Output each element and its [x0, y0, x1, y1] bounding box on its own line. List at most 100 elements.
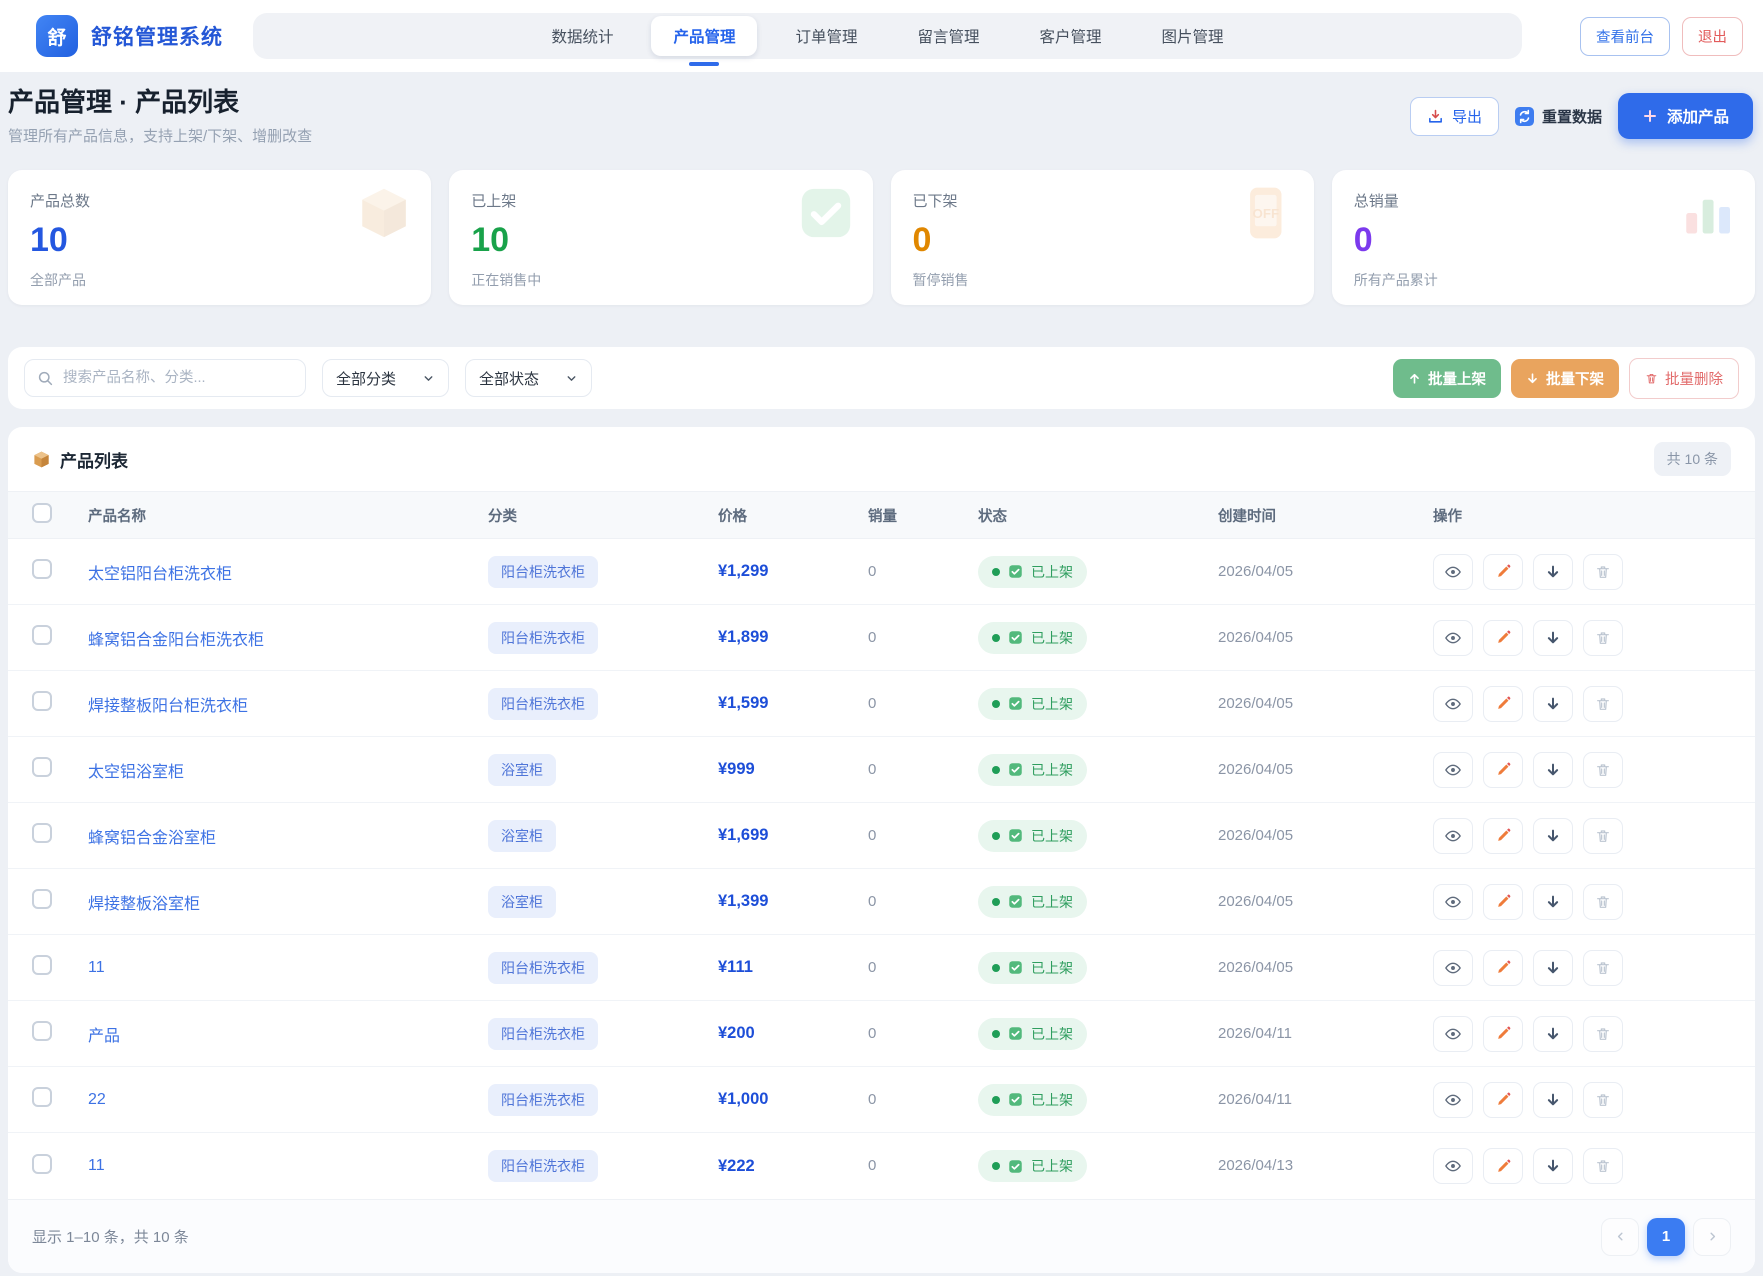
- delete-button[interactable]: [1583, 818, 1623, 854]
- product-name-link[interactable]: 11: [88, 959, 105, 976]
- view-button[interactable]: [1433, 884, 1473, 920]
- row-checkbox[interactable]: [32, 1154, 52, 1174]
- row-checkbox[interactable]: [32, 625, 52, 645]
- view-button[interactable]: [1433, 818, 1473, 854]
- edit-button[interactable]: [1483, 1082, 1523, 1118]
- offline-button[interactable]: [1533, 1148, 1573, 1184]
- page-1-button[interactable]: 1: [1647, 1218, 1685, 1256]
- check-icon: [1008, 960, 1023, 975]
- next-page-button[interactable]: [1693, 1218, 1731, 1256]
- offline-button[interactable]: [1533, 686, 1573, 722]
- offline-button[interactable]: [1533, 884, 1573, 920]
- category-badge: 浴室柜: [488, 820, 556, 852]
- table-section-title: 产品列表: [32, 447, 128, 472]
- edit-button[interactable]: [1483, 1148, 1523, 1184]
- batch-delete-button[interactable]: 批量删除: [1629, 358, 1739, 399]
- product-name-link[interactable]: 产品: [88, 1028, 120, 1045]
- prev-page-button[interactable]: [1601, 1218, 1639, 1256]
- delete-button[interactable]: [1583, 1016, 1623, 1052]
- add-product-button[interactable]: 添加产品: [1618, 93, 1753, 139]
- product-name-link[interactable]: 蜂窝铝合金阳台柜洗衣柜: [88, 632, 264, 649]
- offline-button[interactable]: [1533, 554, 1573, 590]
- product-name-link[interactable]: 焊接整板浴室柜: [88, 896, 200, 913]
- product-name-link[interactable]: 焊接整板阳台柜洗衣柜: [88, 698, 248, 715]
- view-button[interactable]: [1433, 752, 1473, 788]
- edit-button[interactable]: [1483, 554, 1523, 590]
- brand[interactable]: 舒 舒铭管理系统: [36, 15, 223, 57]
- tab-data-stats[interactable]: 数据统计: [529, 16, 635, 56]
- eye-icon: [1444, 1091, 1462, 1109]
- view-site-button[interactable]: 查看前台: [1580, 17, 1670, 56]
- batch-offline-button[interactable]: 批量下架: [1511, 359, 1619, 398]
- row-checkbox[interactable]: [32, 691, 52, 711]
- edit-button[interactable]: [1483, 686, 1523, 722]
- offline-button[interactable]: [1533, 1082, 1573, 1118]
- delete-button[interactable]: [1583, 554, 1623, 590]
- row-checkbox[interactable]: [32, 955, 52, 975]
- status-select[interactable]: 全部状态: [465, 359, 592, 397]
- view-button[interactable]: [1433, 1082, 1473, 1118]
- offline-button[interactable]: [1533, 752, 1573, 788]
- row-checkbox[interactable]: [32, 1021, 52, 1041]
- category-badge: 阳台柜洗衣柜: [488, 1084, 598, 1116]
- edit-button[interactable]: [1483, 1016, 1523, 1052]
- product-name-link[interactable]: 11: [88, 1157, 105, 1174]
- delete-button[interactable]: [1583, 752, 1623, 788]
- row-checkbox[interactable]: [32, 889, 52, 909]
- price-value: ¥1,399: [718, 892, 768, 910]
- created-date: 2026/04/05: [1218, 629, 1293, 646]
- page-subtitle: 管理所有产品信息，支持上架/下架、增删改查: [8, 125, 312, 146]
- offline-button[interactable]: [1533, 950, 1573, 986]
- row-checkbox[interactable]: [32, 823, 52, 843]
- arrow-down-icon: [1545, 630, 1561, 646]
- delete-button[interactable]: [1583, 950, 1623, 986]
- select-all-checkbox[interactable]: [32, 503, 52, 523]
- delete-button[interactable]: [1583, 1148, 1623, 1184]
- tab-image-management[interactable]: 图片管理: [1140, 16, 1246, 56]
- edit-button[interactable]: [1483, 818, 1523, 854]
- tab-order-management[interactable]: 订单管理: [773, 16, 879, 56]
- tab-product-management[interactable]: 产品管理: [651, 16, 757, 56]
- status-badge: 已上架: [978, 1018, 1087, 1050]
- reset-data-button[interactable]: 重置数据: [1515, 106, 1602, 127]
- row-checkbox[interactable]: [32, 559, 52, 579]
- view-button[interactable]: [1433, 620, 1473, 656]
- tab-customer-management[interactable]: 客户管理: [1018, 16, 1124, 56]
- edit-button[interactable]: [1483, 752, 1523, 788]
- status-label: 已上架: [1031, 562, 1073, 582]
- delete-button[interactable]: [1583, 1082, 1623, 1118]
- view-button[interactable]: [1433, 686, 1473, 722]
- delete-button[interactable]: [1583, 686, 1623, 722]
- edit-button[interactable]: [1483, 884, 1523, 920]
- offline-button[interactable]: [1533, 620, 1573, 656]
- row-checkbox[interactable]: [32, 1087, 52, 1107]
- category-select[interactable]: 全部分类: [322, 359, 449, 397]
- offline-button[interactable]: [1533, 818, 1573, 854]
- export-button[interactable]: 导出: [1410, 97, 1499, 136]
- view-button[interactable]: [1433, 554, 1473, 590]
- table-row: 太空铝浴室柜 浴室柜 ¥999 0 已上架 2026/04/05: [8, 737, 1755, 803]
- row-checkbox[interactable]: [32, 757, 52, 777]
- status-badge: 已上架: [978, 688, 1087, 720]
- delete-button[interactable]: [1583, 620, 1623, 656]
- product-name-link[interactable]: 蜂窝铝合金浴室柜: [88, 830, 216, 847]
- batch-online-button[interactable]: 批量上架: [1393, 359, 1501, 398]
- logout-button[interactable]: 退出: [1682, 17, 1743, 56]
- view-button[interactable]: [1433, 1148, 1473, 1184]
- table-footer: 显示 1–10 条，共 10 条 1: [8, 1199, 1755, 1273]
- status-badge: 已上架: [978, 820, 1087, 852]
- product-name-link[interactable]: 22: [88, 1091, 106, 1108]
- edit-button[interactable]: [1483, 620, 1523, 656]
- arrow-down-icon: [1545, 1092, 1561, 1108]
- view-button[interactable]: [1433, 1016, 1473, 1052]
- offline-button[interactable]: [1533, 1016, 1573, 1052]
- tab-message-management[interactable]: 留言管理: [896, 16, 1002, 56]
- product-name-link[interactable]: 太空铝浴室柜: [88, 764, 184, 781]
- col-product-name: 产品名称: [88, 505, 488, 526]
- search-input[interactable]: [24, 359, 306, 397]
- view-button[interactable]: [1433, 950, 1473, 986]
- product-name-link[interactable]: 太空铝阳台柜洗衣柜: [88, 566, 232, 583]
- delete-button[interactable]: [1583, 884, 1623, 920]
- edit-button[interactable]: [1483, 950, 1523, 986]
- eye-icon: [1444, 893, 1462, 911]
